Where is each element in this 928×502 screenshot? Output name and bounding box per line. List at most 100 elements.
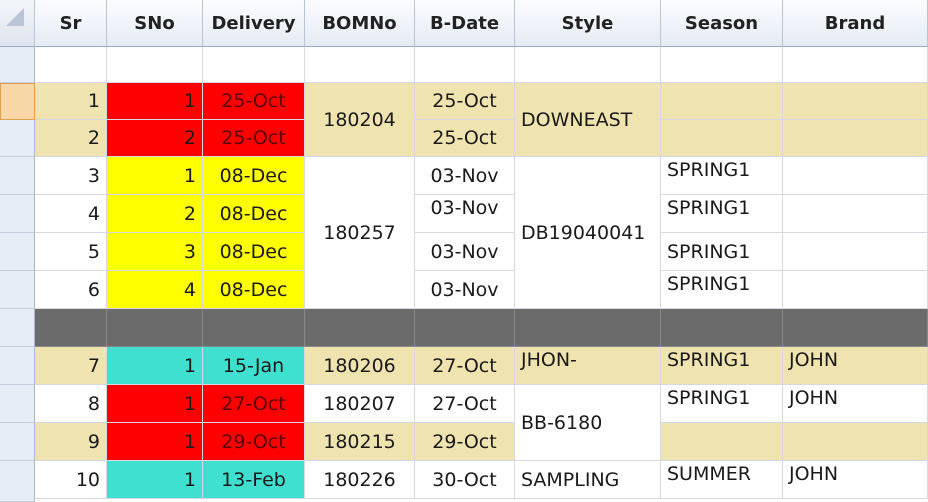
- cell-sno[interactable]: 2: [107, 195, 203, 233]
- cell-brand[interactable]: [783, 157, 928, 195]
- cell-sno[interactable]: 3: [107, 233, 203, 271]
- cell-bomno[interactable]: 180226: [305, 461, 415, 499]
- row-header-7[interactable]: [0, 347, 35, 385]
- cell-sr[interactable]: 4: [35, 195, 107, 233]
- cell-bdate[interactable]: 27-Oct: [415, 385, 515, 423]
- cell-season[interactable]: SUMMER: [661, 461, 783, 499]
- row-header-2[interactable]: [0, 120, 35, 157]
- select-all-corner[interactable]: [0, 0, 35, 47]
- column-header-bdate[interactable]: B-Date: [415, 0, 515, 47]
- cell-sno[interactable]: 1: [107, 83, 203, 120]
- row-header-1[interactable]: [0, 83, 35, 120]
- cell-delivery[interactable]: 27-Oct: [203, 385, 305, 423]
- cell-bdate[interactable]: 25-Oct: [415, 83, 515, 120]
- cell-style-merged[interactable]: DOWNEAST: [515, 83, 661, 157]
- cell-bomno-merged[interactable]: 180204: [305, 83, 415, 157]
- cell-brand[interactable]: [783, 423, 928, 461]
- row-header-10[interactable]: [0, 461, 35, 502]
- filter-cell-brand[interactable]: [783, 47, 928, 83]
- separator-cell: [305, 309, 415, 347]
- cell-sno[interactable]: 1: [107, 423, 203, 461]
- cell-sr[interactable]: 1: [35, 83, 107, 120]
- cell-delivery[interactable]: 08-Dec: [203, 271, 305, 309]
- row-header-5[interactable]: [0, 233, 35, 271]
- cell-delivery[interactable]: 08-Dec: [203, 233, 305, 271]
- filter-cell-bomno[interactable]: [305, 47, 415, 83]
- filter-cell-bdate[interactable]: [415, 47, 515, 83]
- cell-bomno[interactable]: 180206: [305, 347, 415, 385]
- cell-brand[interactable]: [783, 120, 928, 157]
- cell-sr[interactable]: 8: [35, 385, 107, 423]
- column-header-sr[interactable]: Sr: [35, 0, 107, 47]
- cell-sno[interactable]: 1: [107, 385, 203, 423]
- cell-bdate[interactable]: 03-Nov: [415, 195, 515, 233]
- cell-bdate[interactable]: 03-Nov: [415, 233, 515, 271]
- cell-sr[interactable]: 3: [35, 157, 107, 195]
- cell-style-merged[interactable]: DB19040041: [515, 157, 661, 309]
- filter-cell-sr[interactable]: [35, 47, 107, 83]
- cell-season[interactable]: SPRING1: [661, 195, 783, 233]
- cell-sno[interactable]: 4: [107, 271, 203, 309]
- cell-season[interactable]: [661, 83, 783, 120]
- cell-sr[interactable]: 10: [35, 461, 107, 499]
- cell-delivery[interactable]: 13-Feb: [203, 461, 305, 499]
- column-header-season[interactable]: Season: [661, 0, 783, 47]
- cell-delivery[interactable]: 08-Dec: [203, 157, 305, 195]
- cell-sr[interactable]: 2: [35, 120, 107, 157]
- cell-bdate[interactable]: 29-Oct: [415, 423, 515, 461]
- cell-sno[interactable]: 1: [107, 347, 203, 385]
- row-header-6[interactable]: [0, 271, 35, 309]
- cell-season[interactable]: SPRING1: [661, 385, 783, 423]
- cell-delivery[interactable]: 08-Dec: [203, 195, 305, 233]
- cell-brand[interactable]: JOHN: [783, 385, 928, 423]
- cell-sno[interactable]: 2: [107, 120, 203, 157]
- cell-brand[interactable]: [783, 195, 928, 233]
- column-header-bomno[interactable]: BOMNo: [305, 0, 415, 47]
- cell-brand[interactable]: [783, 83, 928, 120]
- separator-cell: [35, 309, 107, 347]
- cell-brand[interactable]: [783, 233, 928, 271]
- cell-style-merged[interactable]: BB-6180: [515, 385, 661, 461]
- cell-style[interactable]: SAMPLING: [515, 461, 661, 499]
- cell-season[interactable]: SPRING1: [661, 233, 783, 271]
- cell-brand[interactable]: [783, 271, 928, 309]
- cell-sr[interactable]: 6: [35, 271, 107, 309]
- row-header-8[interactable]: [0, 385, 35, 423]
- row-header-9[interactable]: [0, 423, 35, 461]
- cell-bdate[interactable]: 30-Oct: [415, 461, 515, 499]
- cell-bomno[interactable]: 180207: [305, 385, 415, 423]
- cell-sno[interactable]: 1: [107, 157, 203, 195]
- cell-bdate[interactable]: 25-Oct: [415, 120, 515, 157]
- cell-season[interactable]: SPRING1: [661, 157, 783, 195]
- cell-delivery[interactable]: 29-Oct: [203, 423, 305, 461]
- cell-sr[interactable]: 9: [35, 423, 107, 461]
- column-header-style[interactable]: Style: [515, 0, 661, 47]
- cell-sr[interactable]: 5: [35, 233, 107, 271]
- row-header-4[interactable]: [0, 195, 35, 233]
- column-header-sno[interactable]: SNo: [107, 0, 203, 47]
- column-header-brand[interactable]: Brand: [783, 0, 928, 47]
- cell-delivery[interactable]: 25-Oct: [203, 83, 305, 120]
- cell-style[interactable]: JHON-: [515, 347, 661, 385]
- filter-cell-delivery[interactable]: [203, 47, 305, 83]
- cell-bomno[interactable]: 180215: [305, 423, 415, 461]
- cell-delivery[interactable]: 15-Jan: [203, 347, 305, 385]
- cell-bomno-merged[interactable]: 180257: [305, 157, 415, 309]
- cell-season[interactable]: SPRING1: [661, 271, 783, 309]
- cell-bdate[interactable]: 27-Oct: [415, 347, 515, 385]
- cell-brand[interactable]: JOHN: [783, 347, 928, 385]
- cell-delivery[interactable]: 25-Oct: [203, 120, 305, 157]
- filter-cell-style[interactable]: [515, 47, 661, 83]
- cell-sr[interactable]: 7: [35, 347, 107, 385]
- column-header-delivery[interactable]: Delivery: [203, 0, 305, 47]
- filter-cell-season[interactable]: [661, 47, 783, 83]
- cell-sno[interactable]: 1: [107, 461, 203, 499]
- cell-bdate[interactable]: 03-Nov: [415, 271, 515, 309]
- cell-season[interactable]: [661, 120, 783, 157]
- cell-season[interactable]: [661, 423, 783, 461]
- filter-cell-sno[interactable]: [107, 47, 203, 83]
- cell-bdate[interactable]: 03-Nov: [415, 157, 515, 195]
- row-header-3[interactable]: [0, 157, 35, 195]
- cell-season[interactable]: SPRING1: [661, 347, 783, 385]
- cell-brand[interactable]: JOHN: [783, 461, 928, 499]
